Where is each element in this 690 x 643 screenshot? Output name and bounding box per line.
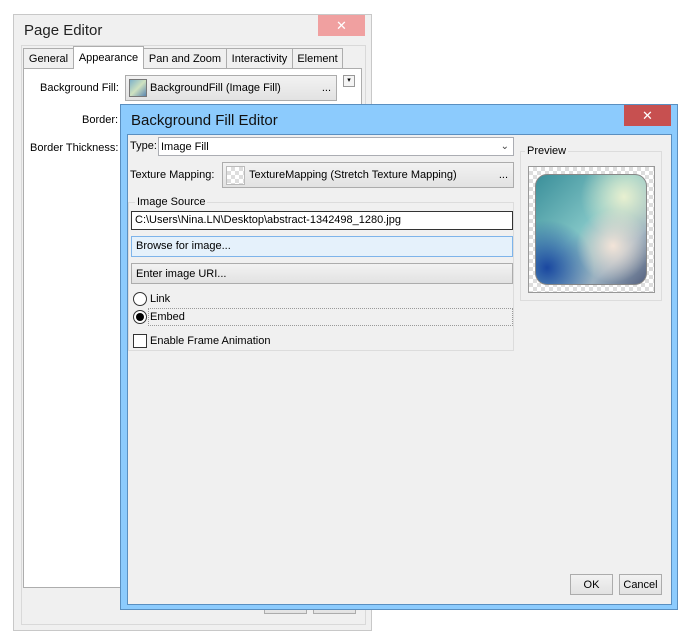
tab-pan-and-zoom[interactable]: Pan and Zoom — [143, 48, 227, 69]
chevron-down-icon: ⌄ — [500, 141, 509, 152]
close-icon: ✕ — [642, 107, 653, 123]
close-icon: ✕ — [336, 17, 347, 33]
chevron-down-icon: ▾ — [347, 77, 351, 84]
background-fill-label: Background Fill: — [40, 82, 119, 94]
image-path-input[interactable]: C:\Users\Nina.LN\Desktop\abstract-134249… — [131, 211, 513, 230]
border-thickness-label: Border Thickness: — [30, 142, 119, 154]
background-fill-button[interactable]: BackgroundFill (Image Fill) ... — [125, 75, 337, 101]
type-label: Type: — [130, 140, 157, 152]
image-fill-icon — [129, 79, 147, 97]
fill-editor-title: Background Fill Editor — [131, 112, 278, 129]
frame-animation-label: Enable Frame Animation — [150, 335, 271, 347]
link-radio[interactable] — [133, 292, 147, 306]
tab-general[interactable]: General — [23, 48, 74, 69]
embed-radio[interactable] — [133, 310, 147, 324]
texture-mapping-button[interactable]: TextureMapping (Stretch Texture Mapping)… — [222, 162, 514, 188]
image-source-legend: Image Source — [135, 196, 208, 208]
frame-animation-checkbox[interactable] — [133, 334, 147, 348]
preview-image — [535, 174, 647, 285]
tab-element[interactable]: Element — [292, 48, 343, 69]
type-select[interactable]: Image Fill ⌄ — [158, 137, 514, 156]
ok-button[interactable]: OK — [570, 574, 613, 595]
texture-mapping-label: Texture Mapping: — [130, 169, 215, 181]
page-editor-title: Page Editor — [24, 22, 103, 39]
tab-appearance[interactable]: Appearance — [73, 46, 144, 69]
enter-uri-button[interactable]: Enter image URI... — [131, 263, 513, 284]
tab-interactivity[interactable]: Interactivity — [226, 48, 293, 69]
border-label: Border: — [82, 114, 119, 126]
background-fill-dropdown[interactable]: ▾ — [343, 75, 355, 87]
embed-label: Embed — [148, 308, 513, 326]
cancel-button[interactable]: Cancel — [619, 574, 662, 595]
preview-legend: Preview — [525, 145, 569, 157]
page-editor-close-button[interactable]: ✕ — [318, 15, 365, 36]
fill-editor-close-button[interactable]: ✕ — [624, 105, 671, 126]
link-label: Link — [150, 293, 171, 305]
browse-button[interactable]: Browse for image... — [131, 236, 513, 257]
texture-icon — [226, 165, 245, 185]
